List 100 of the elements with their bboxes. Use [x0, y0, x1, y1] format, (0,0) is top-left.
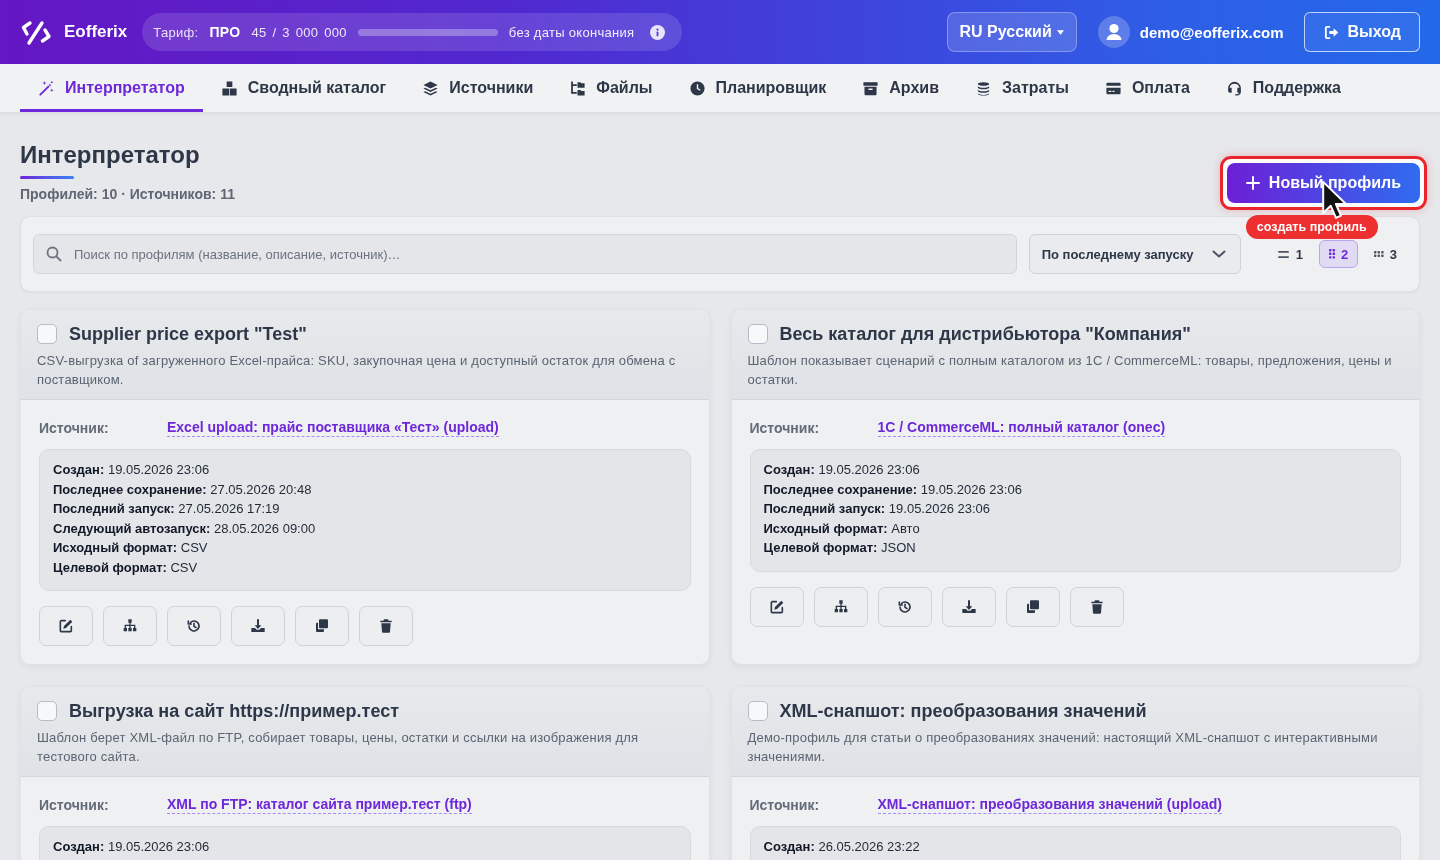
avatar-icon: [1097, 16, 1130, 48]
source-link[interactable]: XML по FTP: каталог сайта пример.тест (ftp): [167, 796, 472, 814]
view-toggle[interactable]: 2: [1318, 240, 1359, 268]
detail-text: Создан: 19.05.2026 23:06: [53, 461, 211, 479]
delete-button[interactable]: [359, 606, 413, 646]
trash-icon: [1088, 598, 1105, 615]
plus-icon: [1245, 176, 1260, 190]
profile-description: CSV-выгрузка of загруженного Excel-прайса: SKU, закупочная цена и доступный остаток для обмена с поставщиком.: [37, 352, 677, 389]
sitemap-icon: [122, 618, 138, 634]
coins-icon: [975, 79, 992, 97]
list-icon: [1276, 250, 1290, 258]
source-label: Источник:: [749, 797, 821, 813]
nav-tab[interactable]: Файлы: [551, 64, 671, 112]
structure-button[interactable]: [813, 586, 868, 627]
detail-text: Последний запуск: 19.05.2026 23:06: [763, 500, 992, 518]
grid-icon: [1374, 251, 1384, 257]
hint-tooltip: создать профиль: [1245, 215, 1378, 239]
nav-tab[interactable]: Сводный каталог: [202, 64, 405, 112]
detail-text: Последнее сохранение: 27.05.2026 20:48: [53, 480, 313, 499]
copy-icon: [1024, 598, 1041, 615]
edit-button[interactable]: [749, 586, 804, 627]
view-toggle[interactable]: 3: [1364, 240, 1407, 268]
profiles-summary: Профилей: 10 · Источников: 11: [20, 186, 235, 202]
folder-tree-icon: [569, 79, 587, 97]
edit-icon: [768, 598, 785, 615]
download-button[interactable]: [941, 586, 996, 627]
copy-button[interactable]: [1005, 586, 1060, 627]
profile-title: Выгрузка на сайт https://пример.тест: [69, 700, 400, 723]
search-icon: [46, 246, 62, 262]
caret-icon: [1056, 29, 1064, 35]
detail-text: Последний запуск: 27.05.2026 17:19: [53, 500, 281, 518]
tariff-plan: ПРО: [209, 24, 241, 40]
nav-tab[interactable]: Оплата: [1086, 64, 1208, 112]
new-profile-button[interactable]: Новый профиль: [1226, 163, 1420, 203]
user-email: demo@eofferix.com: [1139, 23, 1284, 41]
download-icon: [960, 598, 977, 615]
tariff-label: Тариф:: [153, 24, 199, 40]
clock-icon: [688, 79, 706, 97]
profile-title: Supplier price export "Test": [69, 323, 307, 346]
detail-text: Последнее сохранение: 19.05.2026 23:06: [763, 480, 1023, 499]
nav-tab[interactable]: Архив: [844, 64, 957, 112]
source-link[interactable]: Excel upload: прайс поставщика «Тест» (upload): [167, 419, 499, 437]
sort-dropdown[interactable]: По последнему запуску: [1028, 234, 1241, 274]
source-link[interactable]: 1С / CommerceML: полный каталог (onec): [877, 419, 1166, 437]
detail-text: Создан: 19.05.2026 23:06: [53, 838, 211, 856]
logo-icon: [20, 18, 52, 46]
history-icon: [896, 598, 913, 615]
info-icon[interactable]: [650, 24, 666, 40]
view-toggle[interactable]: 1: [1266, 240, 1313, 268]
detail-text: Целевой формат: CSV: [53, 558, 199, 577]
download-button[interactable]: [231, 606, 285, 646]
source-link[interactable]: XML-снапшот: преобразования значений (upload): [877, 796, 1222, 814]
magic-wand-icon: [38, 79, 55, 97]
source-label: Источник:: [39, 420, 110, 436]
nav-tab[interactable]: Планировщик: [670, 64, 845, 112]
grid-icon: [1328, 249, 1335, 259]
logout-button[interactable]: Выход: [1303, 12, 1420, 52]
chevron-down-icon: [1211, 250, 1226, 258]
brand-name: Eofferix: [64, 22, 128, 42]
edit-button[interactable]: [39, 606, 93, 646]
archive-box-icon: [862, 79, 880, 97]
checkbox[interactable]: [747, 701, 768, 721]
headset-icon: [1225, 79, 1243, 97]
delete-button[interactable]: [1069, 586, 1124, 627]
trash-icon: [378, 618, 394, 634]
checkbox[interactable]: [37, 324, 57, 344]
sitemap-icon: [832, 598, 849, 615]
copy-icon: [314, 618, 330, 634]
nav-tab[interactable]: Интерпретатор: [20, 64, 203, 112]
nav-tab[interactable]: Источники: [404, 64, 552, 112]
nav-tab[interactable]: Затраты: [957, 64, 1087, 112]
download-icon: [250, 618, 266, 634]
history-button[interactable]: [877, 586, 932, 627]
history-button[interactable]: [167, 606, 221, 646]
profile-description: Шаблон показывает сценарий с полным каталогом из 1С / CommerceML: товары, предложения, цены и остатки.: [747, 352, 1393, 389]
layers-icon: [422, 79, 440, 97]
nav-tab[interactable]: Поддержка: [1207, 64, 1359, 112]
profile-title: XML-снапшот: преобразования значений: [779, 700, 1147, 723]
page-title: Интерпретатор: [20, 140, 201, 170]
profile-title: Весь каталог для дистрибьютора "Компания": [779, 323, 1191, 346]
structure-button[interactable]: [103, 606, 157, 646]
profile-description: Шаблон берет XML-файл по FTP, собирает товары, цены, остатки и ссылки на изображения для тестового сайта.: [37, 729, 640, 766]
search-field[interactable]: Поиск по профилям (название, описание, источник)…: [33, 234, 1017, 274]
detail-text: Создан: 19.05.2026 23:06: [763, 461, 921, 479]
detail-text: Целевой формат: JSON: [763, 539, 917, 557]
checkbox[interactable]: [747, 324, 768, 344]
language-button[interactable]: RU Русский: [946, 12, 1077, 52]
detail-text: Исходный формат: CSV: [53, 539, 209, 557]
boxes-icon: [220, 79, 238, 97]
history-icon: [186, 618, 202, 634]
profile-description: Демо-профиль для статьи о преобразованиях значений: настоящий XML-снапшот с интерактивными значениями.: [747, 729, 1379, 766]
expiry-text: без даты окончания: [508, 24, 635, 40]
source-label: Источник:: [749, 420, 821, 436]
sign-out-icon: [1322, 23, 1340, 41]
detail-text: Следующий автозапуск: 28.05.2026 09:00: [53, 519, 317, 538]
detail-text: Исходный формат: Авто: [763, 519, 921, 538]
checkbox[interactable]: [37, 701, 57, 721]
source-label: Источник:: [39, 797, 110, 813]
detail-text: Создан: 26.05.2026 23:22: [763, 838, 921, 856]
copy-button[interactable]: [295, 606, 349, 646]
